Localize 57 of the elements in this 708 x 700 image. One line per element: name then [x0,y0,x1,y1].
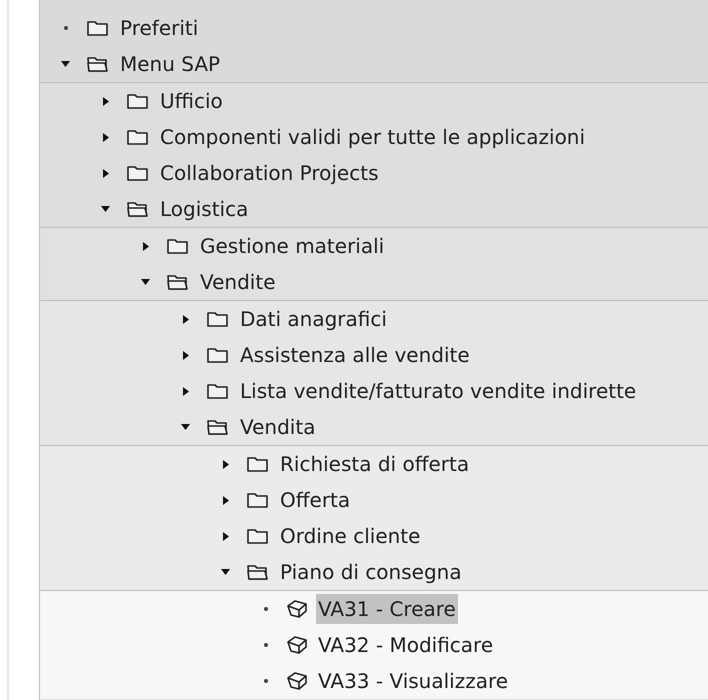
tree-item[interactable]: Preferiti [118,13,200,43]
expanded-arrow-icon[interactable] [221,569,230,575]
open-folder-icon [126,199,150,219]
collapsed-arrow-icon[interactable] [102,96,108,106]
tree-item[interactable]: Piano di consegna [278,557,464,587]
folder-icon [126,163,150,183]
tree-item[interactable]: Logistica [158,194,250,224]
bullet-icon [264,643,268,647]
tree-item[interactable]: Dati anagrafici [238,304,389,334]
tree-item[interactable]: Componenti validi per tutte le applicazioni [158,122,588,152]
collapsed-arrow-icon[interactable] [102,132,108,142]
folder-icon [166,236,190,256]
tree-item[interactable]: Gestione materiali [198,231,386,261]
folder-icon [246,454,270,474]
folder-icon [246,526,270,546]
tree-item[interactable]: Lista vendite/fatturato vendite indirette [238,376,638,406]
expanded-arrow-icon[interactable] [181,424,190,430]
collapsed-arrow-icon[interactable] [222,496,228,504]
folder-icon [206,381,230,401]
tree-item[interactable]: Ufficio [158,86,225,116]
collapsed-arrow-icon[interactable] [142,242,148,250]
tree-item[interactable]: Collaboration Projects [158,158,380,188]
folder-icon [246,490,270,510]
bullet-icon [64,26,68,30]
collapsed-arrow-icon[interactable] [182,350,188,360]
cube-icon [286,635,308,655]
tree-item[interactable]: VA33 - Visualizzare [316,666,510,696]
open-folder-icon [86,54,110,74]
bullet-icon [264,679,268,683]
collapsed-arrow-icon[interactable] [102,168,108,178]
folder-icon [126,91,150,111]
tree-item[interactable]: Vendita [238,412,318,442]
collapsed-arrow-icon[interactable] [182,314,188,324]
collapsed-arrow-icon[interactable] [182,386,188,396]
tree-item[interactable]: Offerta [278,485,352,515]
collapsed-arrow-icon[interactable] [222,532,228,540]
folder-icon [206,309,230,329]
tree-item[interactable]: Ordine cliente [278,521,422,551]
cube-icon [286,599,308,619]
tree-item[interactable]: Menu SAP [118,49,222,79]
tree-item[interactable]: Assistenza alle vendite [238,340,472,370]
open-folder-icon [206,417,230,437]
cube-icon [286,671,308,691]
tree-item[interactable]: Vendite [198,267,278,297]
tree-item[interactable]: Richiesta di offerta [278,449,472,479]
folder-icon [126,127,150,147]
tree-item[interactable]: VA32 - Modificare [316,630,496,660]
expanded-arrow-icon[interactable] [101,206,110,212]
bullet-icon [264,607,268,611]
expanded-arrow-icon[interactable] [61,61,70,67]
folder-icon [206,345,230,365]
expanded-arrow-icon[interactable] [141,279,150,285]
folder-icon [86,18,110,38]
open-folder-icon [166,272,190,292]
collapsed-arrow-icon[interactable] [222,460,228,468]
open-folder-icon [246,562,270,582]
tree-item[interactable]: VA31 - Creare [316,594,458,624]
